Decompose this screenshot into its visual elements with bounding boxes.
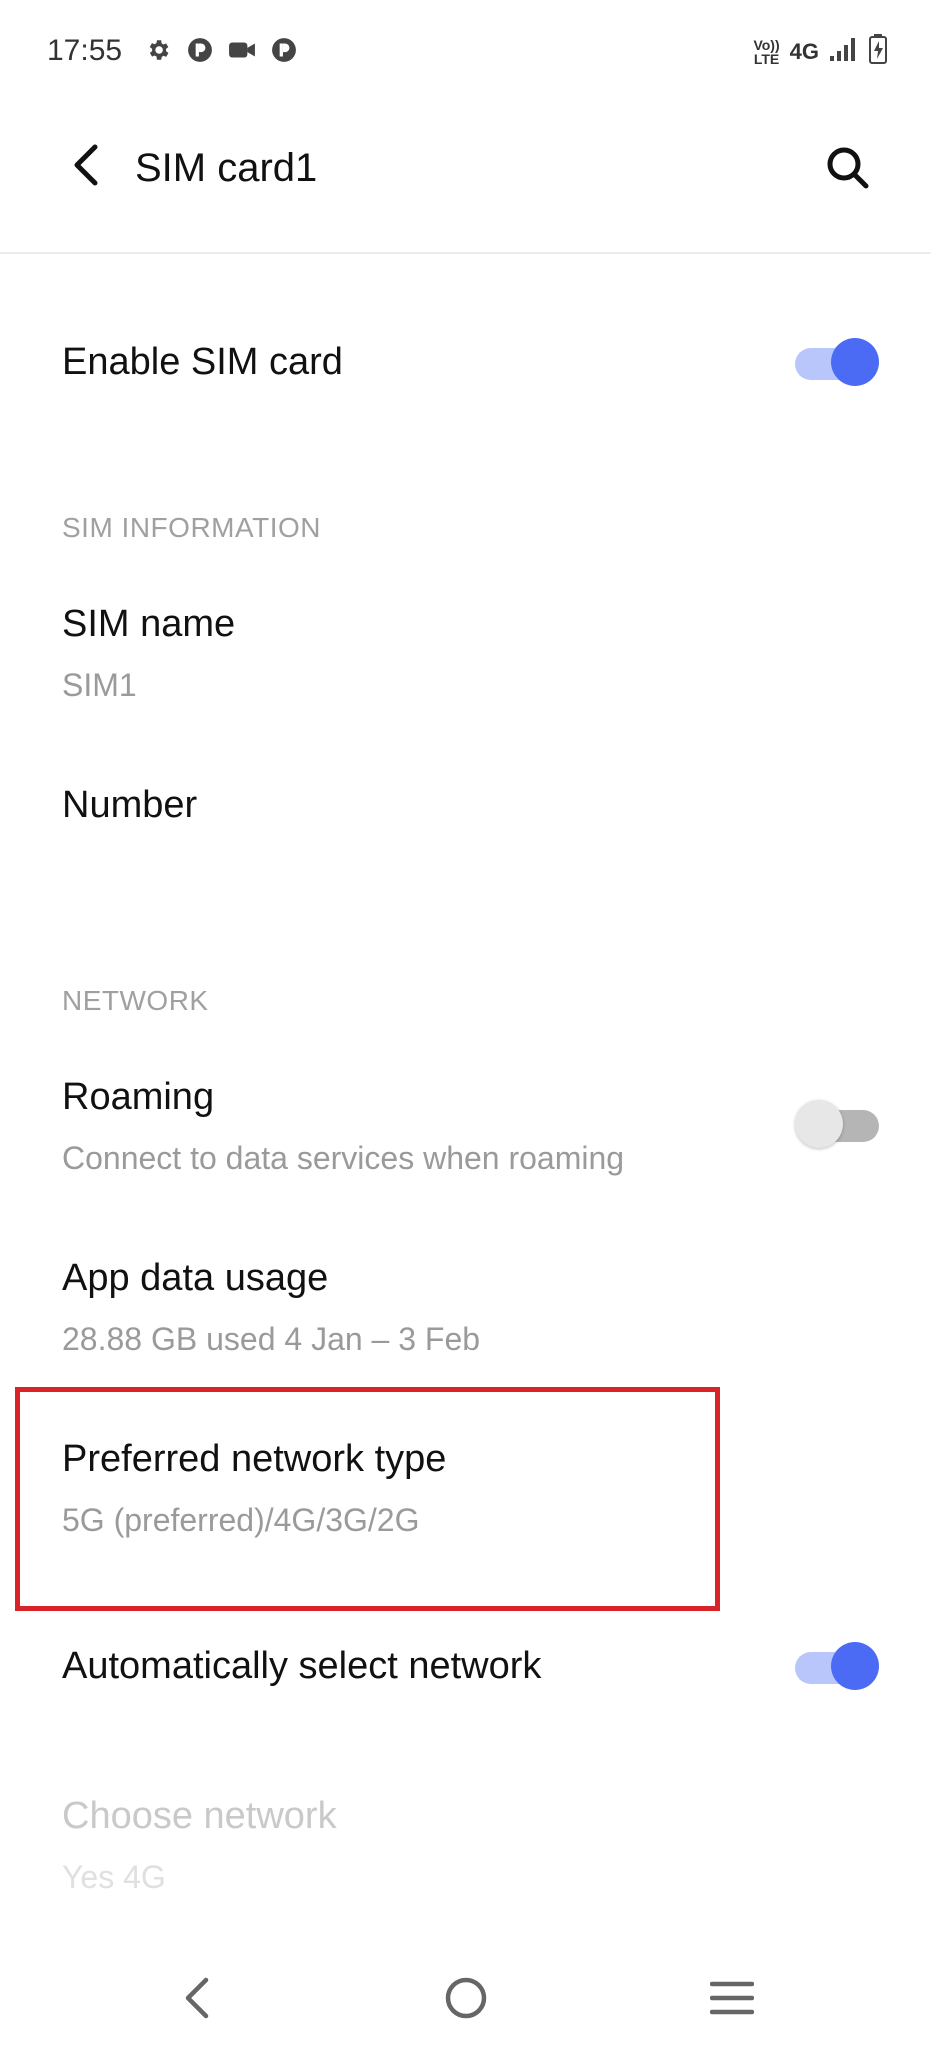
auto-select-network-label: Automatically select network	[62, 1645, 542, 1687]
volte-indicator: Vo)) LTE	[753, 36, 780, 67]
nav-back-icon	[185, 1977, 209, 2019]
nav-menu-icon	[710, 1981, 754, 2015]
sim-name-label: SIM name	[62, 603, 236, 645]
nav-menu-button[interactable]	[692, 1958, 772, 2038]
sim-name-row[interactable]	[0, 580, 931, 720]
section-network: NETWORK	[62, 985, 209, 1016]
page-title: SIM card1	[135, 146, 318, 190]
search-button[interactable]	[818, 138, 878, 198]
status-icons-left	[144, 36, 298, 64]
choose-network-row: Choose network Yes 4G	[0, 1765, 931, 1915]
app-data-usage-value: 28.88 GB used 4 Jan – 3 Feb	[62, 1321, 481, 1357]
roaming-description: Connect to data services when roaming	[62, 1140, 625, 1176]
nav-home-button[interactable]	[426, 1958, 506, 2038]
p-circle-icon	[186, 36, 214, 64]
roaming-row[interactable]	[0, 1050, 931, 1200]
nav-back-button[interactable]	[157, 1958, 237, 2038]
video-icon	[228, 36, 256, 64]
sim-name-value: SIM1	[62, 667, 137, 703]
roaming-toggle[interactable]	[795, 1100, 879, 1148]
status-time: 17:55	[47, 34, 123, 67]
enable-sim-toggle[interactable]	[795, 338, 879, 386]
highlight-box	[15, 1387, 720, 1611]
network-type: 4G	[789, 38, 819, 64]
battery-charging-icon	[869, 34, 887, 69]
back-arrow-icon	[74, 144, 98, 186]
app-data-usage-label: App data usage	[62, 1257, 329, 1299]
section-sim-information: SIM INFORMATION	[62, 512, 321, 543]
choose-network-label: Choose network	[62, 1795, 337, 1837]
enable-sim-label: Enable SIM card	[62, 341, 343, 383]
gear-icon	[144, 36, 172, 64]
signal-icon	[829, 36, 859, 67]
status-icons-right: Vo)) LTE 4G	[753, 34, 887, 69]
roaming-label: Roaming	[62, 1076, 215, 1118]
back-button[interactable]	[60, 140, 110, 190]
p-circle-icon	[270, 36, 298, 64]
number-label: Number	[62, 784, 198, 826]
search-icon	[827, 147, 869, 189]
nav-home-icon	[445, 1977, 487, 2019]
auto-select-network-toggle[interactable]	[795, 1642, 879, 1690]
choose-network-value: Yes 4G	[62, 1859, 166, 1895]
